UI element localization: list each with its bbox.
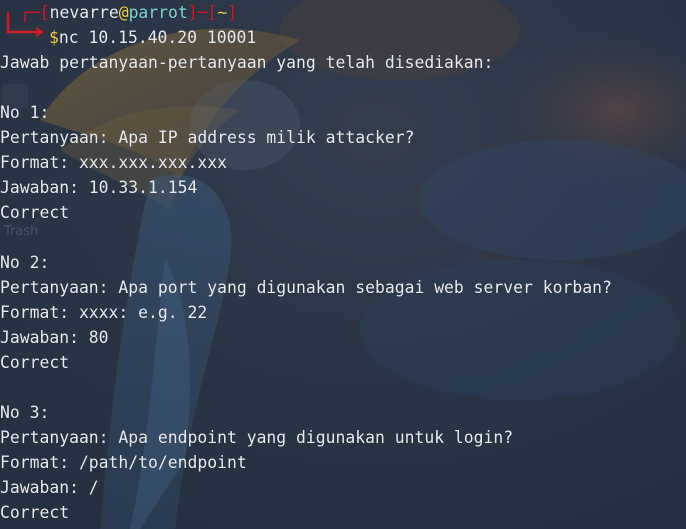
question-1-number: No 1:: [0, 103, 50, 122]
prompt-hostname: parrot: [128, 3, 188, 22]
question-3-number: No 3:: [0, 403, 50, 422]
question-1-format: Format: xxx.xxx.xxx.xxx: [0, 153, 227, 172]
terminal-window[interactable]: ┌─[nevarre@parrot]─[~] $nc 10.15.40.20 1…: [0, 0, 686, 529]
question-2-result: Correct: [0, 353, 70, 372]
command-line[interactable]: $nc 10.15.40.20 10001: [49, 25, 256, 50]
prompt-at-sign: @: [118, 3, 129, 22]
prompt-username: nevarre: [49, 3, 119, 22]
prompt-cwd: ~: [217, 3, 228, 22]
question-2-answer: Jawaban: 80: [0, 328, 109, 347]
prompt-close-bracket: ]: [227, 3, 238, 22]
prompt-separator: ]─[: [187, 3, 218, 22]
question-3-text: Pertanyaan: Apa endpoint yang digunakan …: [0, 428, 514, 447]
prompt-corner-icon: [6, 12, 44, 37]
intro-text: Jawab pertanyaan-pertanyaan yang telah d…: [0, 53, 494, 72]
question-2-format: Format: xxxx: e.g. 22: [0, 303, 208, 322]
question-2-text: Pertanyaan: Apa port yang digunakan seba…: [0, 278, 612, 297]
question-3-answer: Jawaban: /: [0, 478, 99, 497]
question-2-number: No 2:: [0, 253, 50, 272]
question-3-format: Format: /path/to/endpoint: [0, 453, 247, 472]
prompt-dollar: $: [49, 28, 59, 47]
command-text: nc 10.15.40.20 10001: [58, 28, 257, 47]
question-1-answer: Jawaban: 10.33.1.154: [0, 178, 198, 197]
question-1-text: Pertanyaan: Apa IP address milik attacke…: [0, 128, 415, 147]
question-1-result: Correct: [0, 203, 70, 222]
question-3-result: Correct: [0, 503, 70, 522]
prompt-header-line: ┌─[nevarre@parrot]─[~]: [20, 0, 237, 25]
